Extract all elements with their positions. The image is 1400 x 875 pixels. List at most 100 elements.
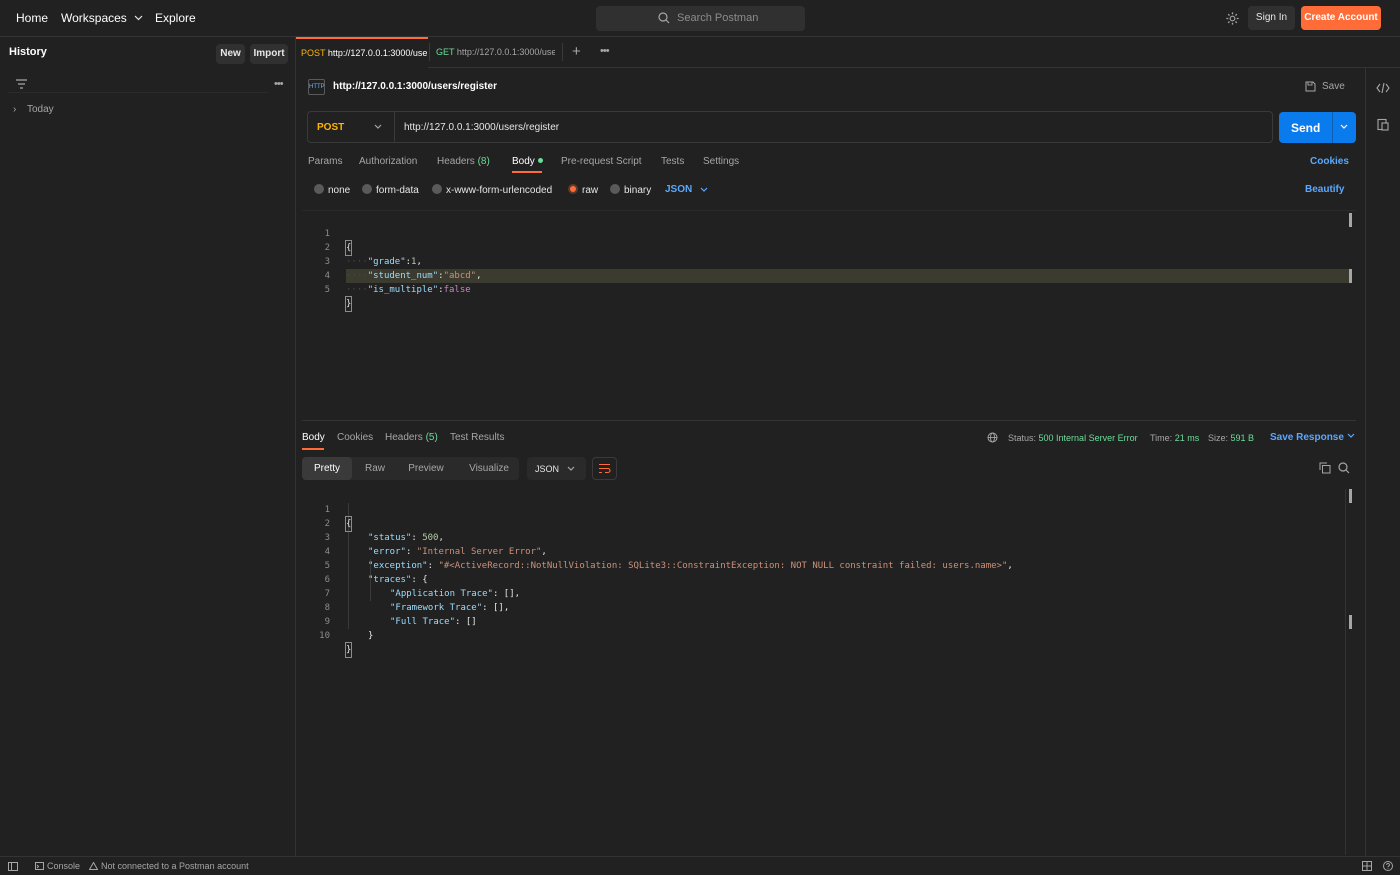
request-body-editor[interactable]: 1 { 2 ····"grade":1, 3 ····"student_num"… bbox=[302, 210, 1356, 421]
json-value: false bbox=[443, 285, 471, 295]
request-name[interactable]: http://127.0.0.1:3000/users/register bbox=[333, 81, 497, 92]
active-tab-indicator bbox=[302, 448, 324, 450]
code-text: } bbox=[344, 642, 353, 658]
code-text: "error": "Internal Server Error", bbox=[368, 547, 547, 557]
json-key: "Full Trace" bbox=[390, 617, 456, 627]
filter-icon bbox=[16, 79, 27, 89]
send-button[interactable]: Send bbox=[1279, 112, 1356, 143]
code-line: 2 "status": 500, bbox=[302, 503, 444, 543]
method-select[interactable]: POST bbox=[317, 122, 344, 133]
format-preview[interactable]: Preview bbox=[402, 457, 450, 480]
json-tail: , bbox=[514, 589, 521, 599]
code-text: "Application Trace": [], bbox=[390, 589, 521, 599]
radio-binary[interactable]: binary bbox=[610, 184, 651, 196]
global-search-input[interactable]: Search Postman bbox=[596, 6, 805, 31]
json-key: "student_num" bbox=[367, 271, 439, 281]
search-icon[interactable] bbox=[1338, 462, 1350, 474]
response-scrollbar-end bbox=[1349, 615, 1352, 629]
radio-label: binary bbox=[624, 185, 652, 196]
response-format-group: Pretty Raw Preview Visualize bbox=[302, 457, 519, 480]
response-tab-headers-label: Headers bbox=[385, 432, 423, 443]
body-language-select[interactable]: JSON bbox=[665, 184, 692, 195]
create-account-button[interactable]: Create Account bbox=[1301, 6, 1381, 30]
radio-none[interactable]: none bbox=[314, 184, 350, 196]
tab-params[interactable]: Params bbox=[308, 156, 342, 167]
format-raw[interactable]: Raw bbox=[360, 457, 390, 480]
code-line: 4 "exception": "#<ActiveRecord::NotNullV… bbox=[302, 531, 1013, 571]
editor-scrollbar[interactable] bbox=[1349, 213, 1352, 227]
radio-x-www-form-urlencoded[interactable]: x-www-form-urlencoded bbox=[432, 184, 552, 196]
nav-explore[interactable]: Explore bbox=[155, 11, 196, 25]
import-button[interactable]: Import bbox=[250, 44, 288, 64]
sidebar-toggle-icon[interactable] bbox=[8, 862, 18, 871]
console-icon bbox=[35, 862, 44, 870]
save-button[interactable]: Save bbox=[1322, 81, 1345, 92]
console-button[interactable]: Console bbox=[47, 861, 80, 871]
save-icon bbox=[1305, 81, 1316, 92]
tab-body[interactable]: Body bbox=[512, 156, 543, 167]
http-request-icon: HTTP bbox=[308, 79, 325, 95]
code-text: "Framework Trace": [], bbox=[390, 603, 510, 613]
wrap-lines-button[interactable] bbox=[592, 457, 617, 480]
format-visualize[interactable]: Visualize bbox=[464, 457, 514, 480]
response-tab-body[interactable]: Body bbox=[302, 432, 325, 443]
new-button[interactable]: New bbox=[216, 44, 245, 64]
radio-raw[interactable]: raw bbox=[568, 184, 598, 196]
more-options-icon[interactable]: ••• bbox=[274, 78, 284, 90]
response-scrollbar[interactable] bbox=[1349, 489, 1352, 503]
tab-tests[interactable]: Tests bbox=[661, 156, 684, 167]
nav-workspaces[interactable]: Workspaces bbox=[61, 11, 143, 25]
response-language-select[interactable]: JSON bbox=[527, 457, 586, 480]
cookies-link[interactable]: Cookies bbox=[1310, 156, 1349, 167]
tab-pre-request-script[interactable]: Pre-request Script bbox=[561, 156, 642, 167]
chevron-down-icon[interactable] bbox=[1340, 124, 1348, 130]
response-time: Time: 21 ms bbox=[1150, 433, 1199, 443]
code-line: 10 } bbox=[302, 615, 353, 658]
time-value: 21 ms bbox=[1174, 433, 1200, 443]
radio-form-data[interactable]: form-data bbox=[362, 184, 419, 196]
response-body-viewer[interactable]: 1 { 2 "status": 500, 3 "error": "Interna… bbox=[302, 489, 1356, 855]
info-panel-icon[interactable] bbox=[1376, 118, 1390, 132]
history-search-input[interactable] bbox=[8, 75, 268, 93]
response-status: Status: 500 Internal Server Error bbox=[1008, 433, 1138, 443]
new-tab-icon[interactable]: + bbox=[572, 43, 581, 60]
json-key: "traces" bbox=[368, 575, 412, 585]
nav-home[interactable]: Home bbox=[16, 11, 48, 25]
url-divider bbox=[394, 112, 395, 142]
tab-get-users[interactable]: GET http://127.0.0.1:3000/users bbox=[431, 37, 555, 68]
format-pretty[interactable]: Pretty bbox=[302, 457, 352, 480]
history-group-label: Today bbox=[27, 104, 54, 115]
response-tab-cookies[interactable]: Cookies bbox=[337, 432, 373, 443]
json-tail: , bbox=[503, 603, 510, 613]
url-input[interactable]: http://127.0.0.1:3000/users/register bbox=[404, 122, 559, 133]
tab-post-register[interactable]: POST http://127.0.0.1:3000/users/registe… bbox=[296, 37, 428, 68]
code-line: 1 { bbox=[302, 213, 353, 256]
url-bar: POST http://127.0.0.1:3000/users/registe… bbox=[307, 111, 1273, 143]
tab-settings[interactable]: Settings bbox=[703, 156, 739, 167]
code-icon[interactable] bbox=[1376, 81, 1390, 95]
layout-icon[interactable] bbox=[1362, 861, 1372, 871]
json-value: [] bbox=[465, 617, 477, 627]
response-tab-test-results[interactable]: Test Results bbox=[450, 432, 504, 443]
code-line: 3 "error": "Internal Server Error", bbox=[302, 517, 547, 557]
more-tabs-icon[interactable]: ••• bbox=[600, 45, 610, 57]
chevron-down-icon bbox=[374, 124, 382, 129]
json-key: "Application Trace" bbox=[390, 589, 493, 599]
save-response-button[interactable]: Save Response bbox=[1270, 432, 1355, 443]
globe-icon[interactable] bbox=[987, 432, 998, 443]
tab-headers[interactable]: Headers (8) bbox=[437, 156, 490, 167]
json-tail: , bbox=[1007, 561, 1013, 571]
gear-icon[interactable] bbox=[1225, 11, 1240, 26]
tab-authorization[interactable]: Authorization bbox=[359, 156, 417, 167]
status-label: Status: bbox=[1008, 433, 1037, 443]
json-tail: , bbox=[416, 257, 422, 267]
json-key: "error" bbox=[368, 547, 406, 557]
beautify-button[interactable]: Beautify bbox=[1305, 184, 1344, 195]
history-group-today[interactable]: › Today bbox=[13, 104, 54, 115]
json-key: "is_multiple" bbox=[367, 285, 439, 295]
copy-icon[interactable] bbox=[1319, 462, 1331, 474]
chevron-down-icon bbox=[567, 466, 575, 471]
sign-in-button[interactable]: Sign In bbox=[1248, 6, 1295, 30]
response-tab-headers[interactable]: Headers (5) bbox=[385, 432, 438, 443]
help-icon[interactable] bbox=[1383, 861, 1393, 871]
